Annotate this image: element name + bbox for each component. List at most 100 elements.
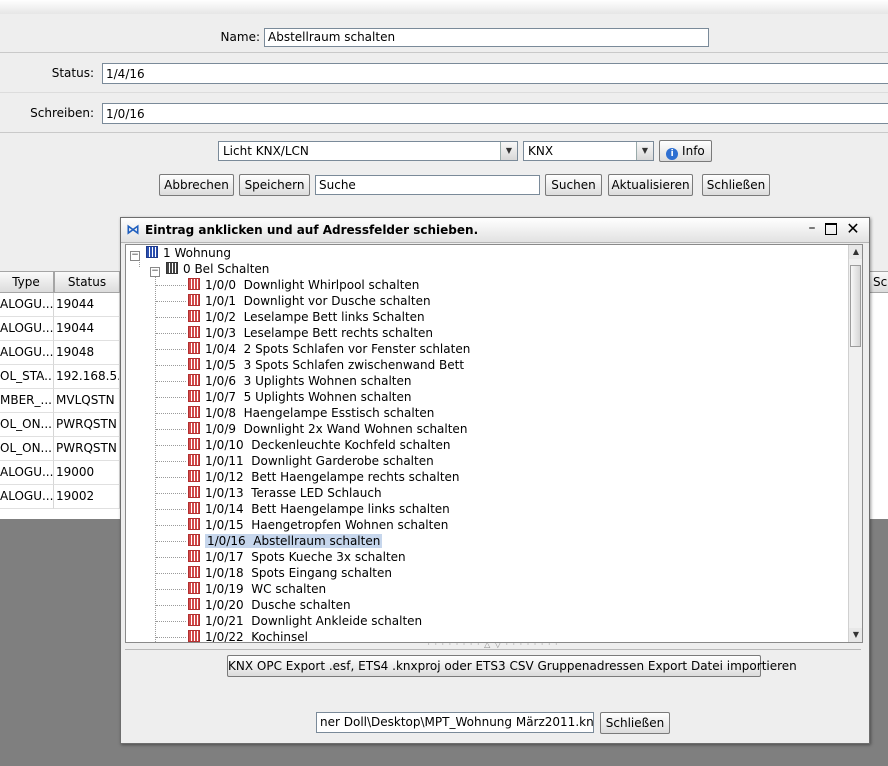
table-cell-type[interactable]: ALOGU... — [0, 485, 54, 509]
tree-item-label: 1/0/13 Terasse LED Schlauch — [205, 486, 382, 500]
separator — [0, 92, 888, 93]
tree-item[interactable]: 1/0/15 Haengetropfen Wohnen schalten — [188, 517, 448, 533]
group-address-icon — [188, 582, 200, 594]
group-address-icon — [188, 598, 200, 610]
table-cell-type[interactable]: MBER_... — [0, 389, 54, 413]
dialog-title: Eintrag anklicken und auf Adressfelder s… — [145, 223, 479, 237]
tree-line — [156, 429, 186, 430]
tree-item[interactable]: 1/0/2 Leselampe Bett links Schalten — [188, 309, 425, 325]
table-cell-status[interactable]: 192.168.5... — [54, 365, 120, 389]
tree-item[interactable]: 1/0/18 Spots Eingang schalten — [188, 565, 392, 581]
group-address-icon — [188, 374, 200, 386]
tree-item[interactable]: 1/0/1 Downlight vor Dusche schalten — [188, 293, 431, 309]
collapse-icon[interactable]: − — [130, 251, 140, 261]
tree-item-label: 1/0/11 Downlight Garderobe schalten — [205, 454, 434, 468]
scroll-up-icon[interactable]: ▲ — [849, 245, 862, 259]
group-address-icon — [188, 342, 200, 354]
column-header-right[interactable]: Sch — [868, 271, 888, 293]
tree-item[interactable]: 1/0/0 Downlight Whirlpool schalten — [188, 277, 419, 293]
search-input[interactable]: Suche — [315, 175, 540, 195]
group-address-icon — [188, 326, 200, 338]
tree-line — [156, 397, 186, 398]
abbrechen-button[interactable]: Abbrechen — [159, 174, 234, 196]
dialog-titlebar[interactable]: ⋈ Eintrag anklicken und auf Adressfelder… — [121, 218, 869, 243]
tree-item[interactable]: 1/0/16 Abstellraum schalten — [188, 533, 383, 549]
chevron-down-icon[interactable]: ▼ — [500, 142, 517, 160]
column-header-type[interactable]: Type — [0, 271, 54, 293]
protocol-combo[interactable]: KNX ▼ — [523, 141, 654, 161]
tree-item[interactable]: 1/0/14 Bett Haengelampe links schalten — [188, 501, 450, 517]
tree-item[interactable]: 1/0/7 5 Uplights Wohnen schalten — [188, 389, 411, 405]
tree-item[interactable]: 1/0/10 Deckenleuchte Kochfeld schalten — [188, 437, 450, 453]
scroll-thumb[interactable] — [850, 265, 861, 347]
tree-node-root[interactable]: − 1 Wohnung — [130, 245, 231, 261]
schliessen-button[interactable]: Schließen — [702, 174, 770, 196]
tree-item[interactable]: 1/0/8 Haengelampe Esstisch schalten — [188, 405, 434, 421]
tree-item-label: 1/0/10 Deckenleuchte Kochfeld schalten — [205, 438, 451, 452]
name-field[interactable]: Abstellraum schalten — [264, 28, 709, 47]
split-divider[interactable]: · · · · · · · · △ ▽ · · · · · · · · — [125, 641, 861, 649]
group-address-icon — [188, 438, 200, 450]
table-cell-type[interactable]: OL_ON... — [0, 437, 54, 461]
tree-item[interactable]: 1/0/19 WC schalten — [188, 581, 326, 597]
table-cell-status[interactable]: MVLQSTN — [54, 389, 120, 413]
dialog-close-button[interactable]: Schließen — [600, 712, 670, 734]
table-cell-type[interactable]: ALOGU... — [0, 317, 54, 341]
tree-item[interactable]: 1/0/4 2 Spots Schlafen vor Fenster schla… — [188, 341, 470, 357]
group-address-icon — [188, 518, 200, 530]
suchen-button[interactable]: Suchen — [545, 174, 602, 196]
table-cell-type[interactable]: ALOGU... — [0, 461, 54, 485]
tree-item-label: 1/0/17 Spots Kueche 3x schalten — [205, 550, 406, 564]
table-right-area — [868, 293, 888, 519]
tree-line — [155, 273, 156, 642]
tree-item[interactable]: 1/0/20 Dusche schalten — [188, 597, 351, 613]
table-cell-status[interactable]: 19048 — [54, 341, 120, 365]
group-address-tree[interactable]: −1 Wohnung −0 Bel Schalten 1/0/0 Downlig… — [125, 244, 863, 643]
table-cell-status[interactable]: 19044 — [54, 293, 120, 317]
minimize-icon[interactable]: – — [805, 220, 819, 236]
tree-item[interactable]: 1/0/9 Downlight 2x Wand Wohnen schalten — [188, 421, 467, 437]
speichern-button[interactable]: Speichern — [239, 174, 310, 196]
table-cell-type[interactable]: OL_STA... — [0, 365, 54, 389]
maximize-icon[interactable] — [825, 223, 837, 235]
table-cell-status[interactable]: PWRQSTN — [54, 437, 120, 461]
tree-item[interactable]: 1/0/6 3 Uplights Wohnen schalten — [188, 373, 411, 389]
tree-item[interactable]: 1/0/11 Downlight Garderobe schalten — [188, 453, 434, 469]
collapse-icon[interactable]: − — [150, 267, 160, 277]
tree-node-group[interactable]: − 0 Bel Schalten — [150, 261, 269, 277]
table-cell-type[interactable]: ALOGU... — [0, 293, 54, 317]
chevron-down-icon[interactable]: ▼ — [636, 142, 653, 160]
tree-scrollbar[interactable]: ▲ ▼ — [848, 245, 862, 642]
tree-line — [156, 541, 186, 542]
tree-item-label: 1/0/19 WC schalten — [205, 582, 327, 596]
column-header-status[interactable]: Status — [54, 271, 120, 293]
tree-item[interactable]: 1/0/17 Spots Kueche 3x schalten — [188, 549, 406, 565]
table-cell-status[interactable]: 19044 — [54, 317, 120, 341]
tree-item-label: 1/0/8 Haengelampe Esstisch schalten — [205, 406, 435, 420]
tree-item[interactable]: 1/0/12 Bett Haengelampe rechts schalten — [188, 469, 460, 485]
import-button[interactable]: KNX OPC Export .esf, ETS4 .knxproj oder … — [227, 655, 797, 677]
tree-item[interactable]: 1/0/21 Downlight Ankleide schalten — [188, 613, 422, 629]
group-address-icon — [188, 470, 200, 482]
aktualisieren-button[interactable]: Aktualisieren — [608, 174, 693, 196]
close-icon[interactable]: ✕ — [845, 219, 861, 238]
info-button-label: Info — [682, 144, 705, 158]
info-button[interactable]: i Info — [659, 140, 712, 162]
table-cell-status[interactable]: 19000 — [54, 461, 120, 485]
status-field[interactable]: 1/4/16 — [102, 63, 888, 84]
tree-item[interactable]: 1/0/5 3 Spots Schlafen zwischenwand Bett — [188, 357, 464, 373]
category-combo[interactable]: Licht KNX/LCN ▼ — [218, 141, 518, 161]
tree-line — [156, 333, 186, 334]
table-cell-status[interactable]: 19002 — [54, 485, 120, 509]
scroll-down-icon[interactable]: ▼ — [849, 628, 862, 642]
table-cell-type[interactable]: OL_ON... — [0, 413, 54, 437]
tree-item[interactable]: 1/0/3 Leselampe Bett rechts schalten — [188, 325, 433, 341]
group-address-icon — [188, 550, 200, 562]
schreiben-field[interactable]: 1/0/16 — [102, 103, 888, 124]
tree-line — [156, 445, 186, 446]
table-cell-type[interactable]: ALOGU... — [0, 341, 54, 365]
group-icon — [146, 246, 158, 258]
file-path-field[interactable]: ner Doll\Desktop\MPT_Wohnung März2011.kn… — [316, 712, 594, 733]
table-cell-status[interactable]: PWRQSTN — [54, 413, 120, 437]
tree-item[interactable]: 1/0/13 Terasse LED Schlauch — [188, 485, 382, 501]
